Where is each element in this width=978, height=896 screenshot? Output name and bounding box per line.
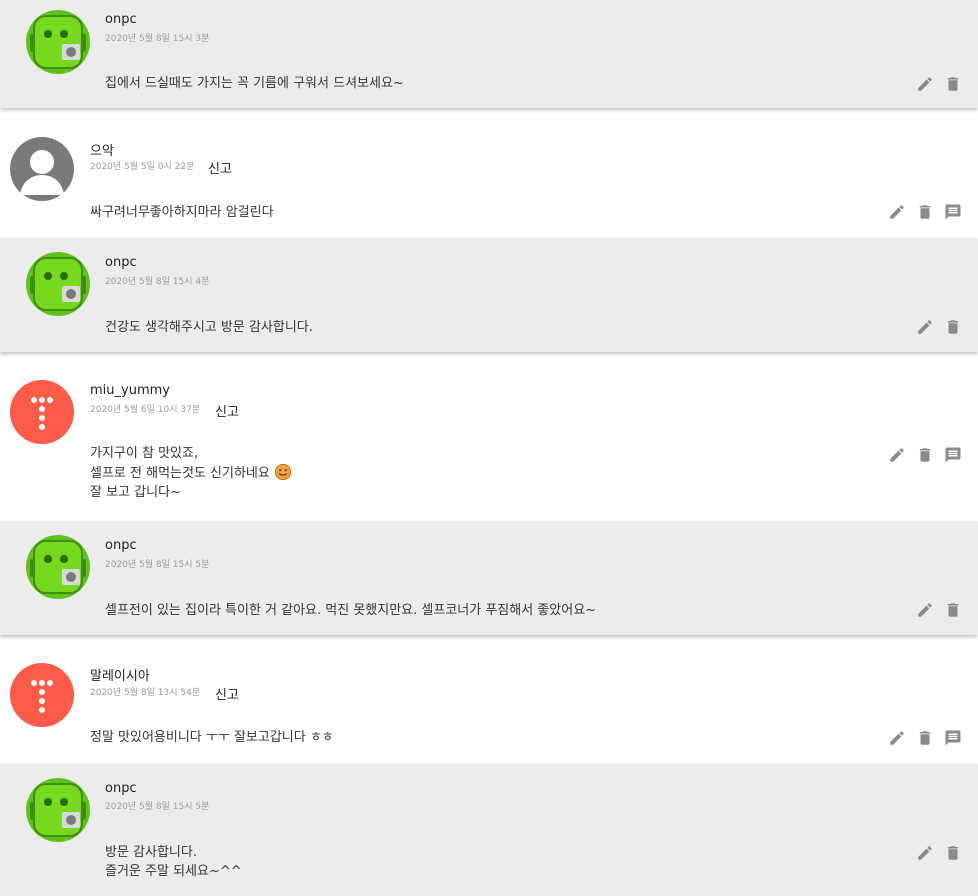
comment-line: 즐거운 주말 되세요~^^	[105, 864, 242, 879]
comment-line: 셀프전이 있는 집이라 특이한 거 같아요. 먹진 못했지만요. 셀프코너가 푸…	[105, 603, 597, 618]
avatar[interactable]	[26, 10, 90, 74]
trash-icon	[947, 320, 959, 334]
author-name[interactable]: onpc	[105, 12, 137, 27]
avatar[interactable]	[26, 535, 90, 599]
comment-item: miu_yummy 2020년 5월 6일 10시 37분 신고 가지구이 참 …	[0, 366, 978, 520]
comment-line: 건강도 생각해주시고 방문 감사합니다.	[105, 320, 313, 335]
reply-icon	[945, 730, 961, 746]
edit-button[interactable]	[916, 75, 934, 93]
pencil-icon	[918, 320, 932, 334]
avatar[interactable]	[26, 778, 90, 842]
trash-icon	[919, 448, 931, 462]
trash-icon	[919, 205, 931, 219]
comment-date: 2020년 5월 5일 0시 22분	[90, 162, 195, 172]
pencil-icon	[918, 846, 932, 860]
comment-line: 셀프로 전 해먹는것도 신기하네요	[90, 466, 270, 481]
pencil-icon	[890, 448, 904, 462]
author-name[interactable]: 으악	[90, 140, 114, 159]
trash-icon	[947, 846, 959, 860]
edit-button[interactable]	[888, 729, 906, 747]
comment-date: 2020년 5월 8일 15시 5분	[105, 802, 210, 812]
comment-body: 정말 맛있어용비니다 ㅜㅜ 잘보고갑니다 ㅎㅎ	[90, 728, 334, 747]
edit-button[interactable]	[916, 844, 934, 862]
comment-body: 집에서 드실때도 가지는 꼭 기름에 구워서 드셔보세요~	[105, 74, 404, 93]
delete-button[interactable]	[916, 729, 934, 747]
author-name[interactable]: miu_yummy	[90, 383, 170, 398]
edit-button[interactable]	[916, 318, 934, 336]
pencil-icon	[918, 77, 932, 91]
edit-button[interactable]	[916, 601, 934, 619]
report-button[interactable]: 신고	[208, 158, 232, 177]
comment-date: 2020년 5월 8일 13시 54분	[90, 688, 201, 698]
comment-item: 말레이시아 2020년 5월 8일 13시 54분 신고 정말 맛있어용비니다 …	[0, 649, 978, 763]
reply-item: onpc 2020년 5월 8일 15시 5분 셀프전이 있는 집이라 특이한 …	[0, 521, 978, 635]
reply-item: onpc 2020년 5월 8일 15시 4분 건강도 생각해주시고 방문 감사…	[0, 238, 978, 352]
author-name[interactable]: onpc	[105, 538, 137, 553]
comment-line: 잘 보고 갑니다~	[90, 485, 181, 500]
trash-icon	[947, 603, 959, 617]
trash-icon	[919, 731, 931, 745]
comment-body: 싸구려너무좋아하지마라 암걸린다	[90, 203, 274, 222]
avatar[interactable]	[10, 380, 74, 444]
reply-item: onpc 2020년 5월 8일 15시 3분 집에서 드실때도 가지는 꼭 기…	[0, 0, 978, 108]
trash-icon	[947, 77, 959, 91]
report-button[interactable]: 신고	[215, 684, 239, 703]
delete-button[interactable]	[916, 446, 934, 464]
delete-button[interactable]	[944, 601, 962, 619]
comment-line: 가지구이 참 맛있죠,	[90, 446, 199, 461]
comment-line: 정말 맛있어용비니다 ㅜㅜ 잘보고갑니다 ㅎㅎ	[90, 730, 334, 745]
delete-button[interactable]	[944, 318, 962, 336]
delete-button[interactable]	[916, 203, 934, 221]
comment-item: 으악 2020년 5월 5일 0시 22분 신고 싸구려너무좋아하지마라 암걸린…	[0, 122, 978, 236]
reply-button[interactable]	[944, 446, 962, 464]
comment-line: 싸구려너무좋아하지마라 암걸린다	[90, 205, 274, 220]
smiley-icon	[274, 463, 291, 481]
report-button[interactable]: 신고	[215, 401, 239, 420]
reply-icon	[945, 204, 961, 220]
comment-line-with-emoji: 셀프로 전 해먹는것도 신기하네요	[90, 463, 292, 483]
author-name[interactable]: onpc	[105, 255, 137, 270]
pencil-icon	[890, 731, 904, 745]
comment-body: 방문 감사합니다. 즐거운 주말 되세요~^^	[105, 843, 242, 881]
comment-line: 집에서 드실때도 가지는 꼭 기름에 구워서 드셔보세요~	[105, 76, 404, 91]
reply-button[interactable]	[944, 729, 962, 747]
comment-body: 가지구이 참 맛있죠, 셀프로 전 해먹는것도 신기하네요잘 보고 갑니다~	[90, 444, 292, 502]
comment-date: 2020년 5월 8일 15시 3분	[105, 34, 210, 44]
reply-icon	[945, 447, 961, 463]
reply-item: onpc 2020년 5월 8일 15시 5분 방문 감사합니다. 즐거운 주말 …	[0, 764, 978, 896]
author-name[interactable]: onpc	[105, 781, 137, 796]
comment-date: 2020년 5월 8일 15시 4분	[105, 277, 210, 287]
comment-body: 셀프전이 있는 집이라 특이한 거 같아요. 먹진 못했지만요. 셀프코너가 푸…	[105, 601, 596, 620]
avatar[interactable]	[10, 663, 74, 727]
avatar[interactable]	[26, 252, 90, 316]
pencil-icon	[918, 603, 932, 617]
author-name[interactable]: 말레이시아	[90, 665, 150, 684]
comment-line: 방문 감사합니다.	[105, 845, 197, 860]
delete-button[interactable]	[944, 75, 962, 93]
delete-button[interactable]	[944, 844, 962, 862]
reply-button[interactable]	[944, 203, 962, 221]
edit-button[interactable]	[888, 203, 906, 221]
comment-list: onpc 2020년 5월 8일 15시 3분 집에서 드실때도 가지는 꼭 기…	[0, 0, 978, 896]
comment-date: 2020년 5월 8일 15시 5분	[105, 560, 210, 570]
edit-button[interactable]	[888, 446, 906, 464]
pencil-icon	[890, 205, 904, 219]
avatar[interactable]	[10, 137, 74, 201]
comment-body: 건강도 생각해주시고 방문 감사합니다.	[105, 318, 313, 337]
comment-date: 2020년 5월 6일 10시 37분	[90, 405, 201, 415]
